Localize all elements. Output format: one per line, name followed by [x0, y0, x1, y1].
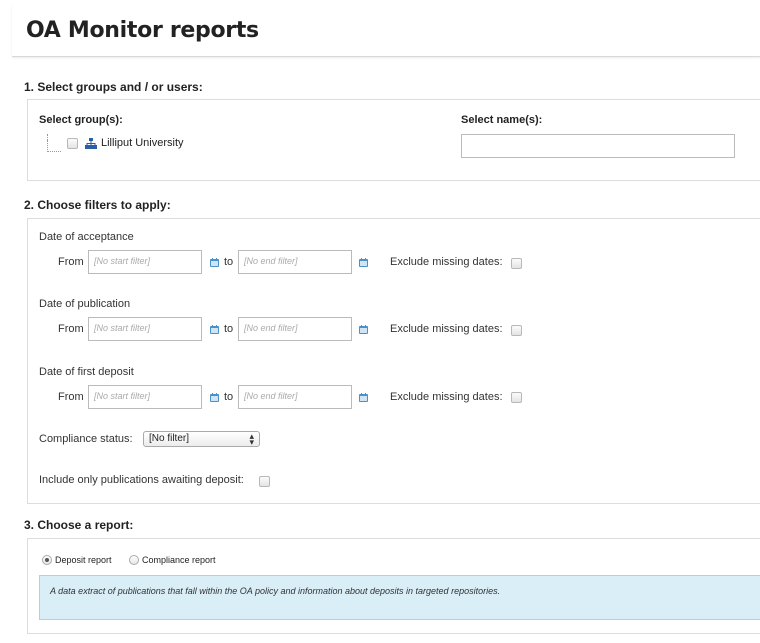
compliance-report-label[interactable]: Compliance report: [142, 555, 216, 565]
exclude-missing-checkbox[interactable]: [511, 325, 522, 336]
group-item-label[interactable]: Lilliput University: [101, 137, 184, 149]
page-title: OA Monitor reports: [26, 18, 259, 43]
awaiting-deposit-checkbox[interactable]: [259, 476, 270, 487]
to-label: to: [224, 323, 234, 335]
report-description-box: A data extract of publications that fall…: [39, 575, 760, 620]
exclude-missing-checkbox[interactable]: [511, 258, 522, 269]
compliance-status-value: [No filter]: [149, 433, 190, 444]
deposit-report-radio[interactable]: [42, 555, 52, 565]
calendar-icon[interactable]: [210, 325, 219, 334]
to-label: to: [224, 256, 234, 268]
first-deposit-start-input[interactable]: [No start filter]: [88, 385, 202, 409]
exclude-missing-checkbox[interactable]: [511, 392, 522, 403]
calendar-icon[interactable]: [359, 325, 368, 334]
from-label: From: [58, 391, 84, 403]
awaiting-deposit-label: Include only publications awaiting depos…: [39, 474, 244, 486]
calendar-icon[interactable]: [210, 258, 219, 267]
calendar-icon[interactable]: [210, 393, 219, 402]
acceptance-end-input[interactable]: [No end filter]: [238, 250, 352, 274]
select-names-label: Select name(s):: [461, 114, 543, 126]
calendar-icon[interactable]: [359, 258, 368, 267]
compliance-status-label: Compliance status:: [39, 433, 133, 445]
title-bar: OA Monitor reports: [12, 5, 760, 57]
exclude-missing-label: Exclude missing dates:: [390, 391, 503, 403]
section-1-heading: 1. Select groups and / or users:: [24, 80, 203, 94]
exclude-missing-label: Exclude missing dates:: [390, 256, 503, 268]
acceptance-start-input[interactable]: [No start filter]: [88, 250, 202, 274]
to-label: to: [224, 391, 234, 403]
filter-label-first-deposit: Date of first deposit: [39, 366, 134, 378]
filter-label-publication: Date of publication: [39, 298, 131, 310]
group-hierarchy-icon: [85, 138, 97, 149]
section-2-heading: 2. Choose filters to apply:: [24, 198, 171, 212]
calendar-icon[interactable]: [359, 393, 368, 402]
first-deposit-end-input[interactable]: [No end filter]: [238, 385, 352, 409]
group-checkbox[interactable]: [67, 138, 78, 149]
select-arrows-icon: ▴ ▾: [249, 431, 254, 447]
deposit-report-label[interactable]: Deposit report: [55, 555, 112, 565]
publication-end-input[interactable]: [No end filter]: [238, 317, 352, 341]
report-description: A data extract of publications that fall…: [50, 586, 501, 596]
select-groups-label: Select group(s):: [39, 114, 123, 126]
tree-connector-branch: [47, 140, 61, 152]
exclude-missing-label: Exclude missing dates:: [390, 323, 503, 335]
compliance-report-radio[interactable]: [129, 555, 139, 565]
from-label: From: [58, 256, 84, 268]
section-3-heading: 3. Choose a report:: [24, 518, 134, 532]
from-label: From: [58, 323, 84, 335]
compliance-status-select[interactable]: [No filter] ▴ ▾: [143, 431, 260, 447]
publication-start-input[interactable]: [No start filter]: [88, 317, 202, 341]
filter-label-acceptance: Date of acceptance: [39, 231, 134, 243]
oa-monitor-reports-page: OA Monitor reports 1. Select groups and …: [0, 0, 760, 643]
names-input[interactable]: [461, 134, 735, 158]
